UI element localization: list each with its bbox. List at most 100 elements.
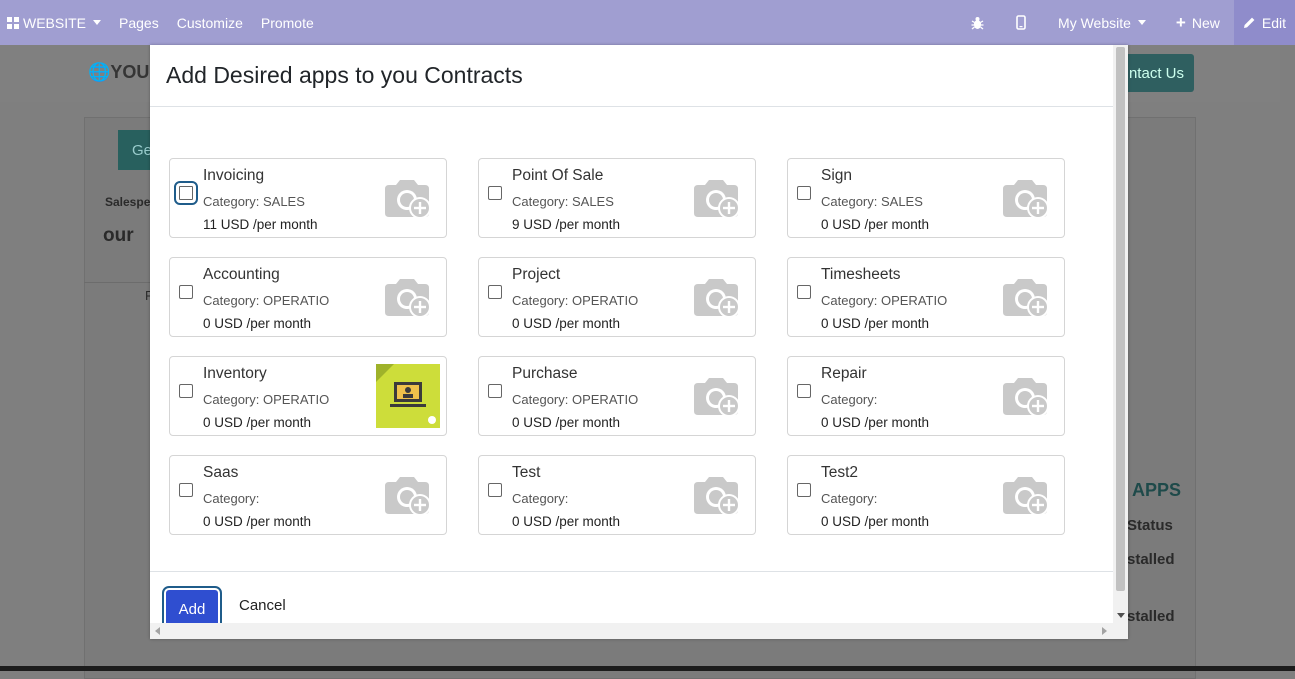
bottom-edge (0, 666, 1295, 671)
app-card[interactable]: Repair Category: 0 USD /per month (787, 356, 1065, 436)
cancel-button[interactable]: Cancel (239, 597, 286, 614)
app-select-checkbox[interactable] (797, 384, 811, 398)
debug-button[interactable] (955, 0, 1000, 45)
app-category: Category: (821, 392, 878, 407)
new-button[interactable]: + New (1162, 0, 1234, 45)
customize-menu-label: Customize (176, 14, 243, 31)
app-select-checkbox[interactable] (174, 181, 198, 205)
app-price: 0 USD /per month (203, 316, 312, 331)
apps-heading: APPS (1132, 480, 1182, 500)
app-card[interactable]: Test2 Category: 0 USD /per month (787, 455, 1065, 535)
app-name: Sign (821, 167, 853, 184)
app-card[interactable]: Inventory Category: OPERATIO 0 USD /per mo… (169, 356, 447, 436)
app-category: Category: SALES (203, 194, 305, 209)
app-name: Invoicing (203, 167, 265, 184)
app-name: Inventory (203, 365, 267, 382)
app-select-checkbox[interactable] (179, 285, 193, 299)
edit-button-label: Edit (1261, 14, 1286, 31)
app-price: 0 USD /per month (203, 514, 312, 529)
customize-menu[interactable]: Customize (168, 0, 252, 45)
app-card[interactable]: Project Category: OPERATIO 0 USD /per mont… (478, 257, 756, 337)
vertical-scrollbar[interactable] (1113, 45, 1128, 639)
app-price: 11 USD /per month (203, 217, 318, 232)
app-select-checkbox[interactable] (797, 285, 811, 299)
app-thumbnail-image (376, 364, 440, 428)
app-price: 0 USD /per month (512, 415, 621, 430)
edit-button[interactable]: Edit (1233, 0, 1295, 45)
app-card[interactable]: Test Category: 0 USD /per month (478, 455, 756, 535)
app-category: Category: OPERATIO (512, 392, 639, 407)
app-category: Category: (203, 491, 260, 506)
pencil-icon (1243, 17, 1255, 28)
app-name: Purchase (512, 365, 578, 382)
globe-icon: 🌐 (88, 62, 111, 82)
camera-plus-icon (691, 474, 743, 518)
status-cell: stalled (1127, 608, 1175, 625)
app-price: 0 USD /per month (821, 514, 930, 529)
app-category: Category: SALES (821, 194, 923, 209)
app-name: Project (512, 266, 561, 283)
app-select-checkbox[interactable] (488, 285, 502, 299)
scrollbar-thumb[interactable] (1116, 47, 1125, 591)
app-price: 0 USD /per month (512, 514, 621, 529)
contract-title-fragment: our (103, 225, 134, 246)
website-menu[interactable]: WEBSITE (0, 0, 110, 45)
app-select-checkbox[interactable] (797, 483, 811, 497)
app-category: Category: OPERATIO (512, 293, 639, 308)
app-price: 0 USD /per month (821, 316, 930, 331)
website-topbar: WEBSITE Pages Customize Promote My Websi… (0, 0, 1295, 45)
app-name: Timesheets (821, 266, 901, 283)
app-select-checkbox[interactable] (488, 186, 502, 200)
pages-menu-label: Pages (119, 14, 159, 31)
app-card[interactable]: Timesheets Category: OPERATIO 0 USD /per m… (787, 257, 1065, 337)
app-card[interactable]: Sign Category: SALES 0 USD /per month (787, 158, 1065, 238)
app-name: Accounting (203, 266, 280, 283)
app-select-checkbox[interactable] (797, 186, 811, 200)
status-cell: stalled (1127, 551, 1175, 568)
pages-menu[interactable]: Pages (110, 0, 168, 45)
apps-grid: Invoicing Category: SALES 11 USD /per mont… (169, 158, 1065, 535)
app-card[interactable]: Accounting Category: OPERATIO 0 USD /per m… (169, 257, 447, 337)
app-category: Category: (512, 491, 569, 506)
app-card[interactable]: Point Of Sale Category: SALES 9 USD /per m… (478, 158, 756, 238)
app-name: Saas (203, 464, 239, 481)
horizontal-scrollbar[interactable] (150, 623, 1113, 639)
app-price: 0 USD /per month (203, 415, 312, 430)
chevron-down-icon (93, 20, 102, 25)
get-button-label: Ge (132, 141, 153, 159)
app-select-checkbox[interactable] (179, 483, 193, 497)
app-card[interactable]: Saas Category: 0 USD /per month (169, 455, 447, 535)
mobile-icon (1016, 15, 1026, 30)
chevron-down-icon (1137, 20, 1146, 25)
scroll-right-icon[interactable] (1102, 627, 1107, 635)
divider (84, 282, 150, 283)
modal-title: Add Desired apps to you Contracts (166, 62, 523, 88)
scroll-down-icon[interactable] (1117, 613, 1125, 618)
app-select-checkbox[interactable] (488, 384, 502, 398)
camera-plus-icon (1000, 276, 1052, 320)
app-category: Category: OPERATIO (203, 392, 330, 407)
add-apps-modal: Add Desired apps to you Contracts Invoic… (150, 45, 1128, 639)
app-card[interactable]: Purchase Category: OPERATIO 0 USD /per mon… (478, 356, 756, 436)
apps-grid-icon (7, 16, 19, 29)
app-price: 0 USD /per month (821, 217, 930, 232)
app-name: Test (512, 464, 541, 481)
app-name: Test2 (821, 464, 859, 481)
mobile-preview-button[interactable] (1000, 0, 1042, 45)
camera-plus-icon (1000, 177, 1052, 221)
scroll-left-icon[interactable] (155, 627, 160, 635)
app-price: 9 USD /per month (512, 217, 621, 232)
status-header: Status (1127, 517, 1173, 534)
topbar-right: My Website + New Edit (955, 0, 1295, 45)
camera-plus-icon (382, 474, 434, 518)
app-name: Repair (821, 365, 867, 382)
promote-menu[interactable]: Promote (252, 0, 323, 45)
contact-us-label: ntact Us (1128, 64, 1184, 82)
bug-icon (971, 16, 984, 30)
app-select-checkbox[interactable] (488, 483, 502, 497)
app-category: Category: SALES (512, 194, 614, 209)
app-card[interactable]: Invoicing Category: SALES 11 USD /per mont… (169, 158, 447, 238)
app-select-checkbox[interactable] (179, 384, 193, 398)
app-price: 0 USD /per month (512, 316, 621, 331)
site-selector[interactable]: My Website (1042, 0, 1162, 45)
